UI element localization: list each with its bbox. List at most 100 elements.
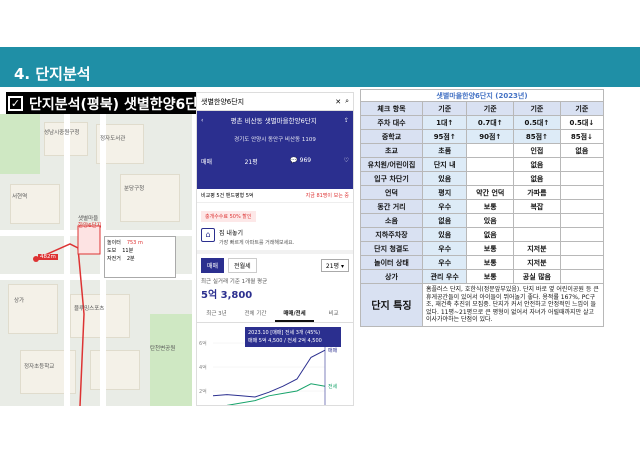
map-label: 성남시중원구청	[44, 130, 80, 136]
info-line: 비교평 5건 밴드평형 5억 지금 81명이 보는 중	[197, 189, 353, 203]
table-row: 소음 없음 있음	[360, 213, 605, 228]
banner-title: 집 내놓기	[219, 230, 243, 237]
tab-all-period[interactable]: 전체 기간	[236, 306, 275, 322]
tab-sale-rent[interactable]: 매매/전세	[275, 306, 314, 322]
slide: 4. 단지분석 ✓ 단지분석(평북) 샛별한양6단지 성남시중원구청 정자도서관…	[0, 0, 640, 453]
table-row: 단지 청결도 우수 보통 지저분	[360, 241, 605, 256]
table-cell: 85점↑	[513, 129, 561, 144]
table-cell: 복잡	[513, 199, 561, 214]
table-cell: 초품	[421, 143, 468, 158]
header-cell: 기준	[513, 101, 561, 116]
table-cell	[559, 227, 605, 242]
table-row: 주차 대수 1대↑ 0.7대↑ 0.5대↑ 0.5대↓	[360, 115, 605, 130]
distance-label: 482m	[38, 254, 58, 260]
tab-rent[interactable]: 전월세	[228, 258, 257, 273]
table-row: 놀이터 상태 우수 보통 지저분	[360, 255, 605, 270]
table-cell: 있음	[466, 213, 515, 228]
popup-row: 놀이터 753 m	[107, 240, 143, 246]
complex-address: 경기도 안양시 동안구 비산동 1109	[234, 137, 316, 143]
checklist: 샛별마을한양6단지 (2023년) 체크 항목 기준 기준 기준 기준 주차 대…	[360, 89, 605, 327]
features-row: 단지 특징 홈플러스 단지, 호한식(정문앞부있음). 단지 바로 옆 어린이공…	[360, 283, 604, 327]
table-header-row: 체크 항목 기준 기준 기준 기준	[360, 101, 605, 116]
table-cell: 보통	[466, 255, 515, 270]
table-cell: 없음	[513, 157, 561, 172]
map-label: 탄천변공원	[150, 346, 176, 352]
clear-icon[interactable]: ✕	[335, 98, 341, 106]
list-property-banner[interactable]: ⌂ 집 내놓기 가장 빠르게 아파트를 거래해보세요.	[197, 224, 353, 254]
y-tick-label: 2억	[199, 388, 207, 395]
back-icon[interactable]: ‹	[201, 117, 203, 124]
trade-type[interactable]: 매매	[201, 157, 212, 166]
tab-recent-3y[interactable]: 최근 3년	[197, 306, 236, 322]
table-cell: 평지	[421, 185, 468, 200]
map-label: 블루밍스포츠	[74, 306, 105, 312]
series-line-매매	[212, 349, 326, 398]
table-cell	[559, 269, 605, 284]
table-cell	[559, 185, 605, 200]
search-text: 샛별한양6단지	[201, 97, 245, 106]
table-cell: 없음	[421, 213, 468, 228]
table-cell	[466, 171, 515, 186]
table-cell	[466, 157, 515, 172]
row-label: 놀이터 상태	[360, 255, 423, 270]
banner-subtitle: 가장 빠르게 아파트를 거래해보세요.	[219, 240, 295, 246]
table-cell: 0.5대↓	[559, 115, 605, 130]
popup-row: 자전거 2분	[107, 256, 135, 262]
table-cell: 우수	[421, 241, 468, 256]
row-label: 지하주차장	[360, 227, 423, 242]
table-cell: 공실 많음	[513, 269, 561, 284]
table-cell: 있음	[421, 171, 468, 186]
row-label: 동간 거리	[360, 199, 423, 214]
table-cell: 단지 내	[421, 157, 468, 172]
table-cell: 약간 언덕	[466, 185, 515, 200]
subtitle-bar: ✓ 단지분석(평북) 샛별한양6단지	[6, 92, 217, 114]
table-row: 언덕 평지 약간 언덕 가파름	[360, 185, 605, 200]
row-label: 입구 차단기	[360, 171, 423, 186]
comment-icon: 💬	[290, 157, 298, 164]
map-label: 한양6단지	[78, 223, 102, 229]
row-label: 상가	[360, 269, 423, 284]
row-label: 초교	[360, 143, 423, 158]
map-label: 상가	[14, 298, 25, 304]
table-cell: 인접	[513, 143, 561, 158]
house-icon: ⌂	[201, 228, 215, 242]
table-cell: 지저분	[513, 255, 561, 270]
search-bar[interactable]: 샛별한양6단지 ✕ ⌕	[197, 93, 353, 111]
price-chart[interactable]: 6억4억2억0매매전세전세가율44.0% 2023.10 [매매] 전세 3개 …	[197, 323, 353, 405]
tab-compare[interactable]: 비교	[314, 306, 353, 322]
table-cell: 95점↑	[421, 129, 468, 144]
tab-sale[interactable]: 매매	[201, 258, 225, 273]
share-icon[interactable]: ⇪	[344, 117, 349, 124]
series-legend: 전세	[328, 383, 338, 390]
table-cell: 85점↓	[559, 129, 605, 144]
section-header-band	[0, 47, 640, 87]
area-dropdown[interactable]: 21평 ▾	[320, 259, 349, 272]
map-label: 정자초등학교	[24, 364, 55, 370]
subtitle-text: 단지분석(평북) 샛별한양6단지	[29, 96, 211, 113]
comment-count[interactable]: 💬 969	[290, 157, 311, 166]
map-view[interactable]: 성남시중원구청 정자도서관 샛별마을 한양6단지 서현역 분당구청 상가 블루밍…	[0, 114, 192, 406]
table-cell	[559, 255, 605, 270]
table-cell: 없음	[559, 143, 605, 158]
table-cell: 가파름	[513, 185, 561, 200]
popup-row: 도보 11분	[107, 248, 134, 254]
chart-tabs: 최근 3년 전체 기간 매매/전세 비교	[197, 306, 353, 323]
map-label: 정자도서관	[100, 136, 126, 142]
table-cell: 우수	[421, 255, 468, 270]
table-cell: 보통	[466, 241, 515, 256]
table-cell: 있음	[421, 227, 468, 242]
row-label: 유치원/어린이집	[360, 157, 423, 172]
table-cell: 우수	[421, 199, 468, 214]
series-legend: 매매	[328, 347, 338, 354]
search-icon[interactable]: ⌕	[345, 97, 349, 106]
table-cell: 보통	[466, 199, 515, 214]
header-cell: 체크 항목	[360, 101, 423, 116]
table-cell: 0.7대↑	[466, 115, 515, 130]
table-row: 동간 거리 우수 보통 복잡	[360, 199, 605, 214]
table-cell	[559, 241, 605, 256]
favorite-icon[interactable]: ♡	[344, 157, 349, 166]
trade-tabs: 매매 전월세 21평 ▾	[197, 254, 353, 277]
table-row: 중학교 95점↑ 90점↑ 85점↑ 85점↓	[360, 129, 605, 144]
table-cell: 1대↑	[421, 115, 468, 130]
area-select[interactable]: 21평	[245, 157, 258, 166]
